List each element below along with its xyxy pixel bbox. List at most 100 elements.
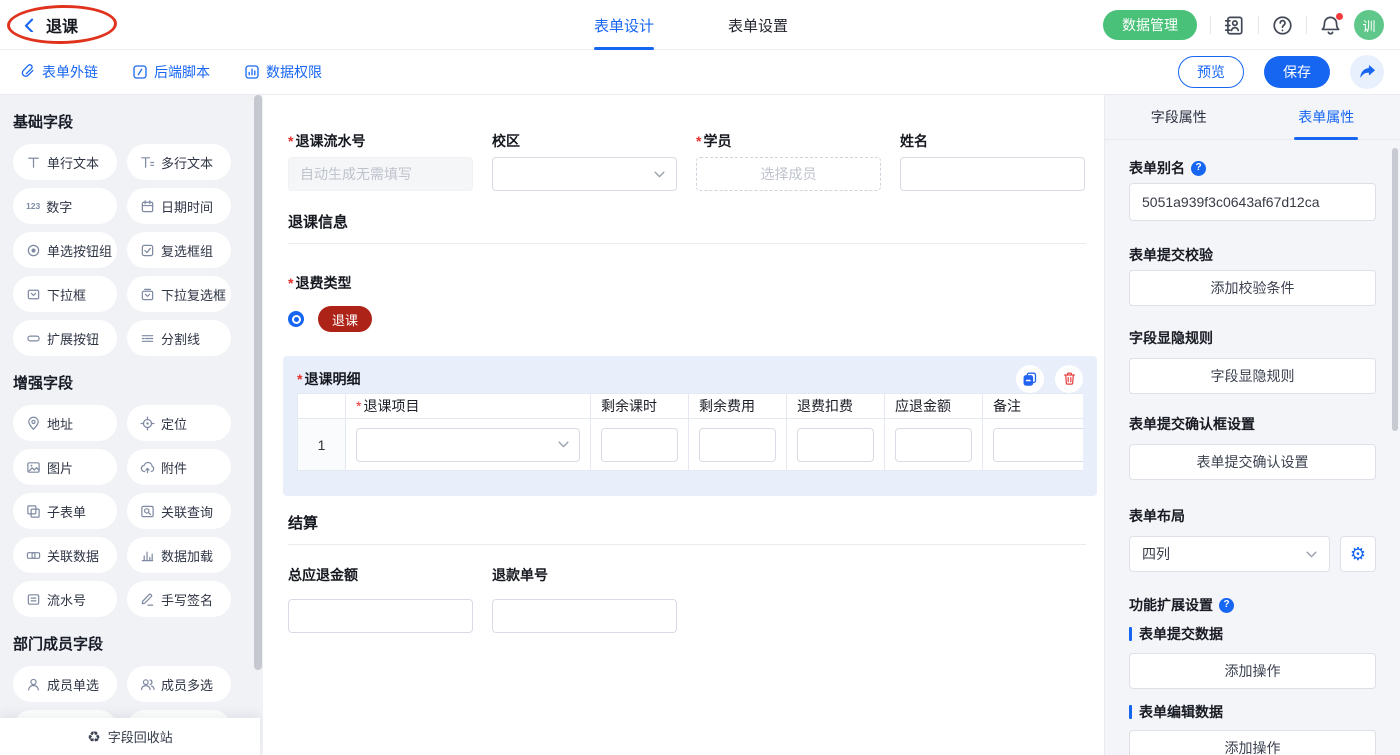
form-layout-label: 表单布局 xyxy=(1129,506,1376,526)
field-item-extended-button[interactable]: 扩展按钮 xyxy=(13,320,117,356)
save-button[interactable]: 保存 xyxy=(1264,56,1330,88)
field-serial-no[interactable]: 退课流水号 xyxy=(288,131,473,191)
refund-amount-input[interactable] xyxy=(895,428,972,462)
field-total-refund[interactable]: 总应退金额 xyxy=(288,565,473,633)
field-item-attachment[interactable]: 附件 xyxy=(127,449,231,485)
field-campus[interactable]: 校区 xyxy=(492,131,677,191)
submit-check-label: 表单提交校验 xyxy=(1129,245,1376,265)
edit-data-label: 表单编辑数据 xyxy=(1129,703,1376,721)
field-student[interactable]: 学员 选择成员 xyxy=(696,131,881,191)
sidebar-scrollbar[interactable] xyxy=(254,95,262,670)
tab-form-design[interactable]: 表单设计 xyxy=(594,0,654,50)
map-pin-icon xyxy=(26,416,41,431)
gear-icon: ⚙ xyxy=(1350,544,1366,565)
copy-icon xyxy=(1022,371,1038,387)
field-item-divider[interactable]: 分割线 xyxy=(127,320,231,356)
people-icon xyxy=(140,677,155,692)
duplicate-button[interactable] xyxy=(1016,365,1044,393)
chevron-down-icon xyxy=(1306,551,1317,558)
help-icon[interactable]: ? xyxy=(1219,598,1234,613)
total-refund-input[interactable] xyxy=(288,599,473,633)
field-item-signature[interactable]: 手写签名 xyxy=(127,581,231,617)
tab-field-properties[interactable]: 字段属性 xyxy=(1105,95,1253,139)
field-item-radio-group[interactable]: 单选按钮组 xyxy=(13,232,117,268)
table-row: 1 xyxy=(298,419,1084,471)
layout-select[interactable]: 四列 xyxy=(1129,536,1330,572)
deduction-input[interactable] xyxy=(797,428,874,462)
field-item-number[interactable]: 123数字 xyxy=(13,188,117,224)
field-item-member-single[interactable]: 成员单选 xyxy=(13,666,117,702)
field-recycle-bin[interactable]: ♻ 字段回收站 xyxy=(0,718,260,755)
trash-icon xyxy=(1062,371,1077,386)
back-button[interactable]: 退课 xyxy=(0,13,78,37)
tab-form-properties[interactable]: 表单属性 xyxy=(1253,95,1400,139)
crosshair-icon xyxy=(140,416,155,431)
visibility-rule-button[interactable]: 字段显隐规则 xyxy=(1129,358,1376,394)
page-title: 退课 xyxy=(46,13,78,37)
serial-no-input[interactable] xyxy=(288,157,473,191)
single-text-icon xyxy=(26,155,41,170)
field-item-multi-line-text[interactable]: 多行文本 xyxy=(127,144,231,180)
col-header-index xyxy=(298,394,346,419)
divider xyxy=(1210,16,1211,34)
data-permission-link[interactable]: 数据权限 xyxy=(244,62,322,82)
field-item-serial-number[interactable]: 流水号 xyxy=(13,581,117,617)
layout-gear-button[interactable]: ⚙ xyxy=(1340,536,1376,572)
notification-bell-icon[interactable] xyxy=(1320,15,1341,36)
name-input[interactable] xyxy=(900,157,1085,191)
campus-select[interactable] xyxy=(492,157,677,191)
tab-form-settings[interactable]: 表单设置 xyxy=(728,0,788,50)
address-book-icon[interactable] xyxy=(1224,15,1245,36)
field-item-multi-select[interactable]: 下拉复选框 xyxy=(127,276,231,312)
field-item-select[interactable]: 下拉框 xyxy=(13,276,117,312)
field-name[interactable]: 姓名 xyxy=(900,131,1085,191)
data-manage-button[interactable]: 数据管理 xyxy=(1103,10,1197,40)
edit-data-add-button[interactable]: 添加操作 xyxy=(1129,730,1376,755)
preview-button[interactable]: 预览 xyxy=(1178,56,1244,88)
field-item-datetime[interactable]: 日期时间 xyxy=(127,188,231,224)
field-item-image[interactable]: 图片 xyxy=(13,449,117,485)
form-external-link[interactable]: 表单外链 xyxy=(20,62,98,82)
help-icon[interactable]: ? xyxy=(1191,161,1206,176)
panel-scrollbar[interactable] xyxy=(1392,148,1398,431)
field-item-single-line-text[interactable]: 单行文本 xyxy=(13,144,117,180)
confirm-setting-button[interactable]: 表单提交确认设置 xyxy=(1129,444,1376,480)
chevron-down-icon xyxy=(558,441,569,448)
notification-dot xyxy=(1336,13,1343,20)
share-button[interactable] xyxy=(1350,55,1384,89)
project-select[interactable] xyxy=(356,428,580,462)
help-circle-icon[interactable] xyxy=(1272,15,1293,36)
pen-icon xyxy=(140,592,155,607)
remaining-fee-input[interactable] xyxy=(699,428,776,462)
add-validation-button[interactable]: 添加校验条件 xyxy=(1129,270,1376,306)
member-picker[interactable]: 选择成员 xyxy=(696,157,881,191)
avatar[interactable]: 训 xyxy=(1354,10,1384,40)
remark-input[interactable] xyxy=(993,428,1083,462)
field-refund-no[interactable]: 退款单号 xyxy=(492,565,677,633)
backend-script-link[interactable]: 后端脚本 xyxy=(132,62,210,82)
radio-selected[interactable] xyxy=(288,311,304,327)
remaining-hours-input[interactable] xyxy=(601,428,678,462)
submit-data-add-button[interactable]: 添加操作 xyxy=(1129,653,1376,689)
group-title-enhanced: 增强字段 xyxy=(13,374,263,394)
dropdown-icon xyxy=(26,287,41,302)
subtable-label: 退课明细 xyxy=(297,369,360,389)
form-alias-input[interactable] xyxy=(1129,183,1376,221)
field-item-data-load[interactable]: 数据加载 xyxy=(127,537,231,573)
field-item-member-multi[interactable]: 成员多选 xyxy=(127,666,231,702)
form-canvas: 退课流水号 校区 学员 选择成员 姓名 退课信息 退费类型 退课 xyxy=(263,95,1104,755)
divider xyxy=(1258,16,1259,34)
subtable-field[interactable]: 退课明细 退课项目 剩余课时 剩余费用 退费扣费 xyxy=(283,356,1097,496)
field-item-location[interactable]: 定位 xyxy=(127,405,231,441)
form-toolbar: 表单外链 后端脚本 数据权限 预览 保存 xyxy=(0,50,1400,95)
refund-type-label: 退费类型 xyxy=(288,273,1086,293)
field-item-checkbox-group[interactable]: 复选框组 xyxy=(127,232,231,268)
field-item-related-data[interactable]: 关联数据 xyxy=(13,537,117,573)
field-item-address[interactable]: 地址 xyxy=(13,405,117,441)
field-item-subform[interactable]: 子表单 xyxy=(13,493,117,529)
delete-button[interactable] xyxy=(1055,365,1083,393)
bar-chart-icon xyxy=(140,548,155,563)
refund-no-input[interactable] xyxy=(492,599,677,633)
button-icon xyxy=(26,331,41,346)
field-item-related-query[interactable]: 关联查询 xyxy=(127,493,231,529)
